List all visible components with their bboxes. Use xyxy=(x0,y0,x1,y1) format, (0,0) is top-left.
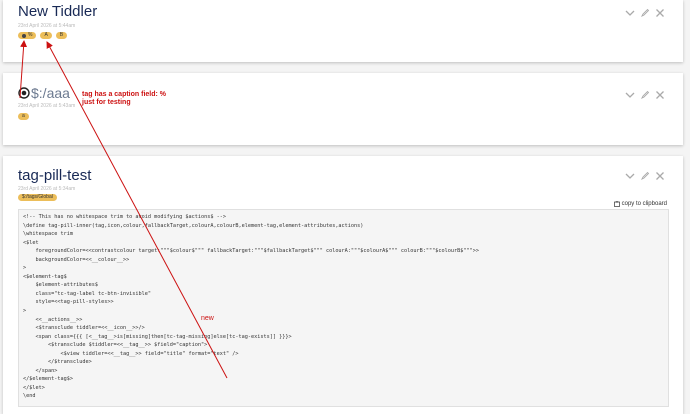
tiddler-new-tiddler: New Tiddler 23rd April 2026 at 5:44am % … xyxy=(3,0,683,62)
chevron-down-icon[interactable] xyxy=(625,8,635,18)
tag-label: A xyxy=(44,32,48,38)
edit-pencil-icon[interactable] xyxy=(640,90,650,100)
tiddler-title[interactable]: tag-pill-test xyxy=(18,167,91,184)
annotation-line: just for testing xyxy=(82,99,131,106)
tag-label: a xyxy=(22,113,25,119)
tag-label: $:/tags/Global xyxy=(22,194,53,200)
close-icon[interactable] xyxy=(655,90,665,100)
copy-to-clipboard-button[interactable]: copy to clipboard xyxy=(613,201,667,207)
tiddler-subtitle: 23rd April 2026 at 5:44am xyxy=(18,23,76,29)
edit-pencil-icon[interactable] xyxy=(640,171,650,181)
tiddler-controls xyxy=(625,8,665,18)
tag-pill-a-lower[interactable]: a xyxy=(18,113,29,120)
close-icon[interactable] xyxy=(655,8,665,18)
tag-pill-percent[interactable]: % xyxy=(18,32,37,39)
tiddler-subtitle: 23rd April 2026 at 5:34am xyxy=(18,186,76,192)
tag-list: % A B xyxy=(18,32,68,39)
tag-list: $:/tags/Global xyxy=(18,194,57,201)
tag-pill-a[interactable]: A xyxy=(40,32,52,39)
tag-label: % xyxy=(28,32,33,38)
tiddler-controls xyxy=(625,90,665,100)
tiddler-tag-pill-test: tag-pill-test 23rd April 2026 at 5:34am … xyxy=(3,156,683,414)
tiddler-title[interactable]: $:/aaa xyxy=(31,85,70,101)
close-icon[interactable] xyxy=(655,171,665,181)
tiddler-title[interactable]: New Tiddler xyxy=(18,3,97,20)
tiddler-subtitle: 23rd April 2026 at 5:43am xyxy=(18,103,76,109)
tag-list: a xyxy=(18,113,29,120)
tiddler-aaa: $:/aaa 23rd April 2026 at 5:43am a xyxy=(3,73,683,145)
target-icon xyxy=(18,87,30,99)
clipboard-icon xyxy=(613,201,620,207)
annotation-line: tag has a caption field: % xyxy=(82,91,167,98)
tag-pill-b[interactable]: B xyxy=(55,32,68,39)
chevron-down-icon[interactable] xyxy=(625,90,635,100)
tag-icon xyxy=(22,33,26,38)
annotation-new: new xyxy=(201,315,214,322)
code-text: <!-- This has no whitespace trim to avoi… xyxy=(23,214,479,400)
code-block: <!-- This has no whitespace trim to avoi… xyxy=(18,209,669,407)
copy-label: copy to clipboard xyxy=(621,201,667,207)
tag-pill-global[interactable]: $:/tags/Global xyxy=(18,194,57,201)
tiddler-controls xyxy=(625,171,665,181)
edit-pencil-icon[interactable] xyxy=(640,8,650,18)
annotation-caption-note: tag has a caption field: % just for test… xyxy=(82,91,166,107)
chevron-down-icon[interactable] xyxy=(625,171,635,181)
tag-label: B xyxy=(59,32,64,38)
